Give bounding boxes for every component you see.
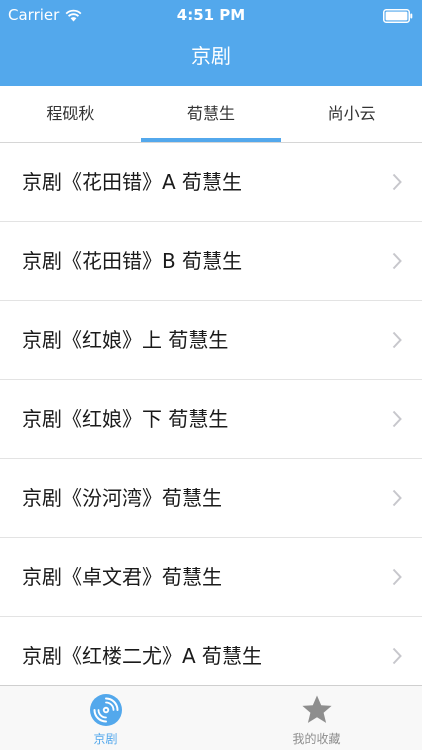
list-item[interactable]: 京剧《花田错》A 荀慧生 [0,143,422,222]
list-item-label: 京剧《花田错》B 荀慧生 [22,249,243,273]
list-item[interactable]: 京剧《汾河湾》荀慧生 [0,459,422,538]
tab-xun-huisheng[interactable]: 荀慧生 [140,86,282,142]
artist-tabs: 程砚秋 荀慧生 尚小云 [0,86,422,143]
status-time: 4:51 PM [176,6,246,24]
battery-icon [383,9,413,23]
list-item-label: 京剧《卓文君》荀慧生 [22,565,222,589]
app-screen: Carrier 4:51 PM 京剧 程砚秋 荀慧生 尚小云 京剧《花田错》A … [0,0,422,750]
bottom-tab-bar: 京剧 我的收藏 [0,685,422,750]
list-item[interactable]: 京剧《红楼二尤》A 荀慧生 [0,617,422,685]
star-icon [301,695,332,723]
list-item[interactable]: 京剧《卓文君》荀慧生 [0,538,422,617]
chevron-right-icon [392,252,402,270]
tab-label: 尚小云 [327,104,376,123]
tab-label: 荀慧生 [187,104,236,123]
tabbar-item-opera[interactable]: 京剧 [0,686,211,750]
tabbar-label: 京剧 [93,732,118,746]
tab-shang-xiaoyun[interactable]: 尚小云 [281,86,422,142]
chevron-right-icon [392,647,402,665]
page-title: 京剧 [191,44,231,68]
list-item-label: 京剧《红娘》下 荀慧生 [22,407,229,431]
disc-icon [89,694,122,726]
tab-selected-indicator [140,138,282,142]
chevron-right-icon [392,331,402,349]
chevron-right-icon [392,410,402,428]
status-bar: Carrier 4:51 PM [0,0,422,30]
header: Carrier 4:51 PM 京剧 [0,0,422,86]
list-item[interactable]: 京剧《花田错》B 荀慧生 [0,222,422,301]
tab-cheng-yanqiu[interactable]: 程砚秋 [0,86,141,142]
chevron-right-icon [392,489,402,507]
tabbar-item-favorites[interactable]: 我的收藏 [211,686,422,750]
list-item-label: 京剧《汾河湾》荀慧生 [22,486,222,510]
list-item-label: 京剧《红楼二尤》A 荀慧生 [22,644,263,668]
tabbar-label: 我的收藏 [292,732,341,746]
tab-label: 程砚秋 [46,104,95,123]
chevron-right-icon [392,173,402,191]
list-item[interactable]: 京剧《红娘》下 荀慧生 [0,380,422,459]
list-item[interactable]: 京剧《红娘》上 荀慧生 [0,301,422,380]
list-item-label: 京剧《花田错》A 荀慧生 [22,170,243,194]
list-item-label: 京剧《红娘》上 荀慧生 [22,328,229,352]
chevron-right-icon [392,568,402,586]
opera-list[interactable]: 京剧《花田错》A 荀慧生 京剧《花田错》B 荀慧生 京剧《红娘》上 荀慧生 京剧… [0,143,422,685]
